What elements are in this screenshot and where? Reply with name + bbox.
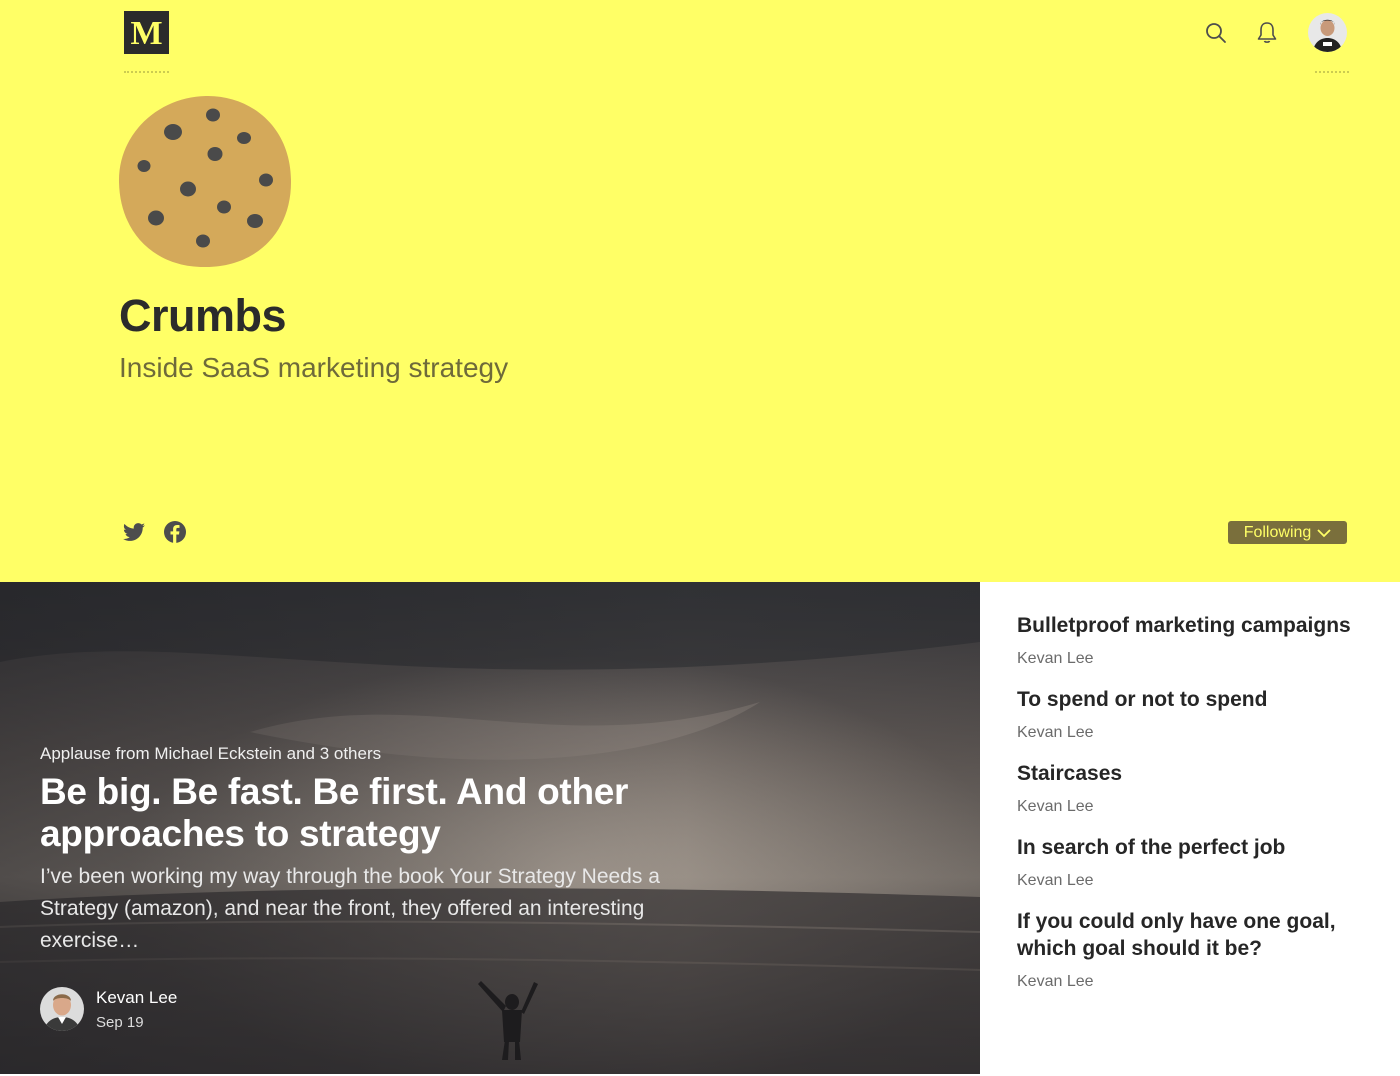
publication-title: Crumbs xyxy=(119,290,287,341)
story-author[interactable]: Kevan Lee xyxy=(1017,798,1377,816)
following-label: Following xyxy=(1243,523,1312,541)
story-author[interactable]: Kevan Lee xyxy=(1017,973,1377,991)
publish-date: Sep 19 xyxy=(96,1013,144,1031)
featured-story-title[interactable]: Be big. Be fast. Be first. And other app… xyxy=(40,771,700,855)
story-title[interactable]: If you could only have one goal, which g… xyxy=(1017,908,1377,962)
search-icon[interactable] xyxy=(1203,20,1229,46)
story-title[interactable]: Staircases xyxy=(1017,760,1377,787)
publication-header: M Crumbs Inside SaaS marketing strategy … xyxy=(0,0,1400,582)
featured-story-snippet: I’ve been working my way through the boo… xyxy=(40,865,660,952)
facebook-icon[interactable] xyxy=(162,519,188,545)
author-avatar[interactable] xyxy=(40,987,84,1031)
story-author[interactable]: Kevan Lee xyxy=(1017,724,1377,742)
author-name[interactable]: Kevan Lee xyxy=(96,988,177,1008)
story-item[interactable]: In search of the perfect job Kevan Lee xyxy=(1017,834,1377,890)
story-item[interactable]: Staircases Kevan Lee xyxy=(1017,760,1377,816)
medium-logo[interactable]: M xyxy=(124,11,169,54)
story-item[interactable]: Bulletproof marketing campaigns Kevan Le… xyxy=(1017,612,1377,668)
story-author[interactable]: Kevan Lee xyxy=(1017,650,1377,668)
story-item[interactable]: If you could only have one goal, which g… xyxy=(1017,908,1377,991)
applause-note[interactable]: Applause from Michael Eckstein and 3 oth… xyxy=(40,744,700,764)
bell-icon[interactable] xyxy=(1254,20,1280,46)
featured-author: Kevan Lee Sep 19 xyxy=(40,987,177,1031)
publication-logo-cookie xyxy=(118,94,293,269)
story-author[interactable]: Kevan Lee xyxy=(1017,872,1377,890)
featured-story[interactable]: Applause from Michael Eckstein and 3 oth… xyxy=(0,582,980,1074)
logo-underline xyxy=(124,71,169,73)
author-meta: Kevan Lee Sep 19 xyxy=(96,988,177,1031)
logo-letter: M xyxy=(130,14,163,52)
story-title[interactable]: To spend or not to spend xyxy=(1017,686,1377,713)
featured-story-text: Applause from Michael Eckstein and 3 oth… xyxy=(40,744,700,957)
user-avatar[interactable] xyxy=(1308,13,1347,52)
publication-tagline: Inside SaaS marketing strategy xyxy=(119,352,509,383)
following-button[interactable]: Following xyxy=(1228,521,1347,544)
story-item[interactable]: To spend or not to spend Kevan Lee xyxy=(1017,686,1377,742)
avatar-underline xyxy=(1315,71,1349,73)
story-title[interactable]: In search of the perfect job xyxy=(1017,834,1377,861)
story-title[interactable]: Bulletproof marketing campaigns xyxy=(1017,612,1377,639)
chevron-down-icon xyxy=(1317,528,1331,537)
twitter-icon[interactable] xyxy=(121,519,147,545)
story-list: Bulletproof marketing campaigns Kevan Le… xyxy=(1017,612,1377,991)
